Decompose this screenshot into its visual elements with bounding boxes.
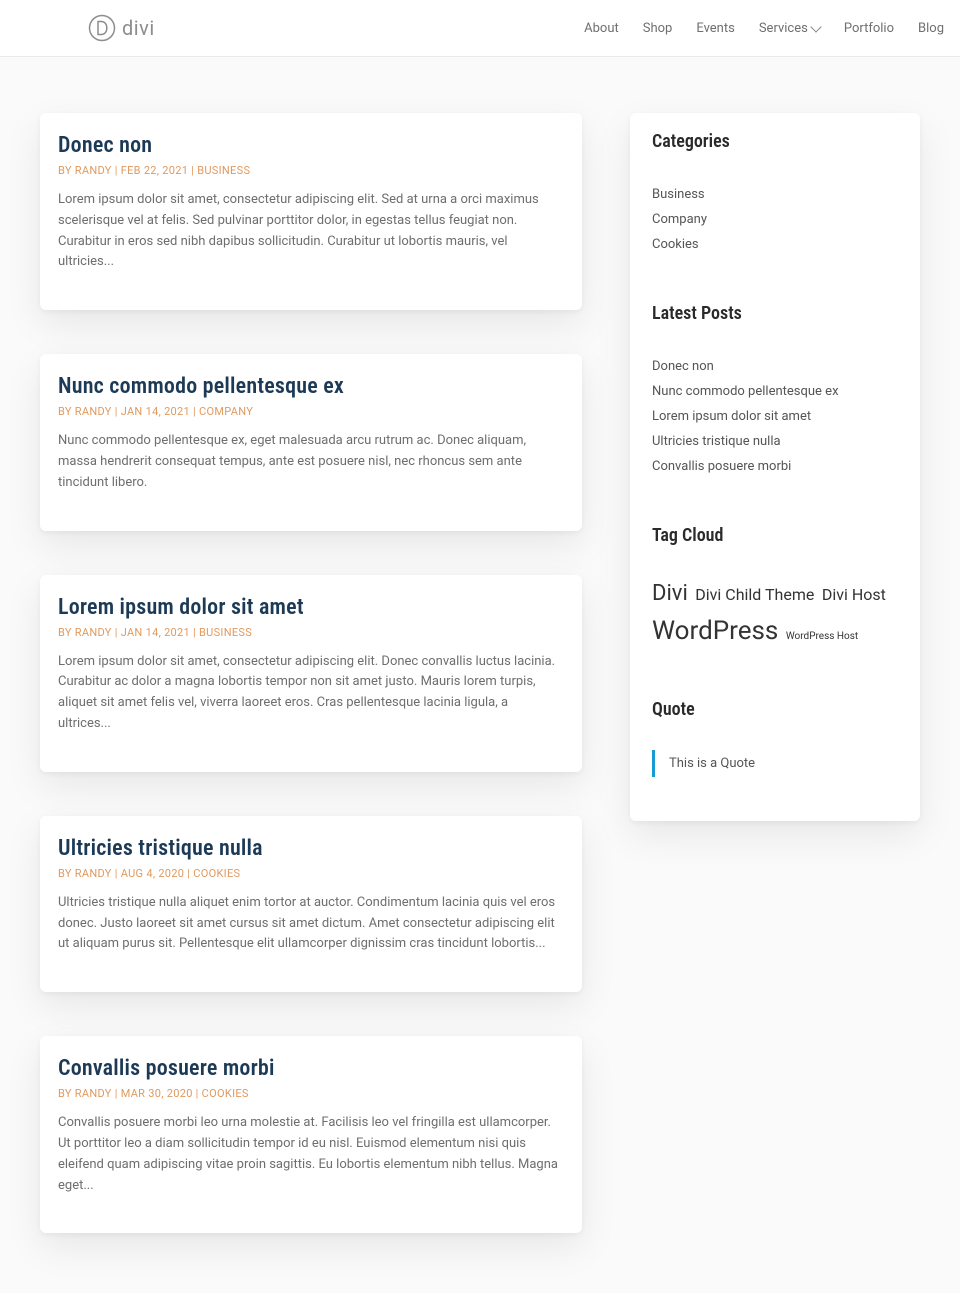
post-meta: BY RANDY|JAN 14, 2021|BUSINESS (58, 626, 564, 639)
nav-item-label: About (584, 21, 619, 36)
post-card: Ultricies tristique nullaBY RANDY|AUG 4,… (40, 816, 582, 992)
latest-post-item[interactable]: Nunc commodo pellentesque ex (652, 379, 898, 404)
post-title[interactable]: Nunc commodo pellentesque ex (58, 374, 564, 399)
meta-by-label: BY (58, 867, 72, 880)
nav-item-about[interactable]: About (584, 21, 619, 36)
post-author[interactable]: RANDY (75, 405, 112, 418)
meta-separator: | (184, 867, 193, 880)
post-excerpt: Nunc commodo pellentesque ex, eget males… (58, 431, 564, 493)
brand-name: divi (122, 16, 155, 40)
post-category[interactable]: COOKIES (202, 1087, 249, 1100)
post-author[interactable]: RANDY (75, 626, 112, 639)
widget-title: Quote (652, 699, 898, 720)
post-excerpt: Lorem ipsum dolor sit amet, consectetur … (58, 652, 564, 735)
post-meta: BY RANDY|AUG 4, 2020|COOKIES (58, 867, 564, 880)
meta-separator: | (112, 1087, 121, 1100)
meta-by-label: BY (58, 164, 72, 177)
post-date: AUG 4, 2020 (121, 867, 185, 880)
meta-separator: | (193, 1087, 202, 1100)
nav-item-label: Blog (918, 21, 944, 36)
nav-item-label: Events (696, 21, 734, 36)
sidebar: Categories BusinessCompanyCookies Latest… (630, 113, 920, 821)
meta-separator: | (112, 405, 121, 418)
nav-item-shop[interactable]: Shop (643, 21, 673, 36)
widget-latest-posts: Latest Posts Donec nonNunc commodo pelle… (652, 303, 898, 479)
meta-by-label: BY (58, 1087, 72, 1100)
post-card: Nunc commodo pellentesque exBY RANDY|JAN… (40, 354, 582, 530)
post-excerpt: Convallis posuere morbi leo urna molesti… (58, 1113, 564, 1196)
post-meta: BY RANDY|MAR 30, 2020|COOKIES (58, 1087, 564, 1100)
post-card: Donec nonBY RANDY|FEB 22, 2021|BUSINESSL… (40, 113, 582, 310)
post-excerpt: Ultricies tristique nulla aliquet enim t… (58, 893, 564, 955)
post-title[interactable]: Lorem ipsum dolor sit amet (58, 595, 564, 620)
category-item[interactable]: Business (652, 182, 898, 207)
widget-title: Latest Posts (652, 303, 898, 324)
post-date: MAR 30, 2020 (121, 1087, 193, 1100)
quote-text: This is a Quote (669, 756, 755, 771)
meta-separator: | (190, 626, 199, 639)
meta-separator: | (112, 164, 121, 177)
post-author[interactable]: RANDY (75, 1087, 112, 1100)
nav-item-services[interactable]: Services (759, 21, 820, 36)
brand-logo[interactable]: divi (88, 14, 155, 42)
site-header: divi About Shop Events Services Portfolio Blo… (0, 0, 960, 57)
tag[interactable]: WordPress Host (786, 631, 858, 642)
meta-separator: | (190, 405, 199, 418)
latest-post-item[interactable]: Ultricies tristique nulla (652, 429, 898, 454)
tag[interactable]: WordPress (652, 616, 778, 646)
post-category[interactable]: BUSINESS (197, 164, 250, 177)
post-card: Convallis posuere morbiBY RANDY|MAR 30, … (40, 1036, 582, 1233)
post-title[interactable]: Convallis posuere morbi (58, 1056, 564, 1081)
latest-post-item[interactable]: Lorem ipsum dolor sit amet (652, 404, 898, 429)
tag[interactable]: Divi Host (822, 585, 886, 604)
post-meta: BY RANDY|FEB 22, 2021|BUSINESS (58, 164, 564, 177)
meta-separator: | (112, 867, 121, 880)
widget-categories: Categories BusinessCompanyCookies (652, 131, 898, 257)
nav-item-label: Services (759, 21, 808, 36)
widget-quote: Quote This is a Quote (652, 699, 898, 777)
meta-by-label: BY (58, 405, 72, 418)
post-excerpt: Lorem ipsum dolor sit amet, consectetur … (58, 190, 564, 273)
meta-separator: | (112, 626, 121, 639)
nav-item-label: Shop (643, 21, 673, 36)
meta-separator: | (188, 164, 197, 177)
quote-box: This is a Quote (652, 750, 898, 777)
widget-title: Categories (652, 131, 898, 152)
category-item[interactable]: Company (652, 207, 898, 232)
post-category[interactable]: COOKIES (193, 867, 240, 880)
widget-title: Tag Cloud (652, 525, 898, 546)
chevron-down-icon (810, 21, 821, 32)
category-list: BusinessCompanyCookies (652, 182, 898, 257)
category-item[interactable]: Cookies (652, 232, 898, 257)
post-title[interactable]: Ultricies tristique nulla (58, 836, 564, 861)
post-list: Donec nonBY RANDY|FEB 22, 2021|BUSINESSL… (40, 113, 582, 1233)
nav-item-events[interactable]: Events (696, 21, 734, 36)
post-author[interactable]: RANDY (75, 164, 112, 177)
latest-post-item[interactable]: Donec non (652, 354, 898, 379)
post-card: Lorem ipsum dolor sit ametBY RANDY|JAN 1… (40, 575, 582, 772)
post-date: FEB 22, 2021 (121, 164, 189, 177)
post-title[interactable]: Donec non (58, 133, 564, 158)
post-meta: BY RANDY|JAN 14, 2021|COMPANY (58, 405, 564, 418)
tag-cloud: Divi Divi Child Theme Divi Host WordPres… (652, 576, 898, 653)
tag[interactable]: Divi Child Theme (695, 585, 814, 604)
latest-posts-list: Donec nonNunc commodo pellentesque exLor… (652, 354, 898, 479)
nav-item-label: Portfolio (844, 21, 894, 36)
post-date: JAN 14, 2021 (121, 626, 190, 639)
nav-item-blog[interactable]: Blog (918, 21, 944, 36)
widget-tag-cloud: Tag Cloud Divi Divi Child Theme Divi Hos… (652, 525, 898, 653)
post-category[interactable]: BUSINESS (199, 626, 252, 639)
post-author[interactable]: RANDY (75, 867, 112, 880)
tag[interactable]: Divi (652, 581, 688, 606)
primary-nav: About Shop Events Services Portfolio Blog (584, 21, 944, 36)
meta-by-label: BY (58, 626, 72, 639)
post-date: JAN 14, 2021 (121, 405, 190, 418)
divi-logo-icon (88, 14, 116, 42)
post-category[interactable]: COMPANY (199, 405, 253, 418)
nav-item-portfolio[interactable]: Portfolio (844, 21, 894, 36)
latest-post-item[interactable]: Convallis posuere morbi (652, 454, 898, 479)
